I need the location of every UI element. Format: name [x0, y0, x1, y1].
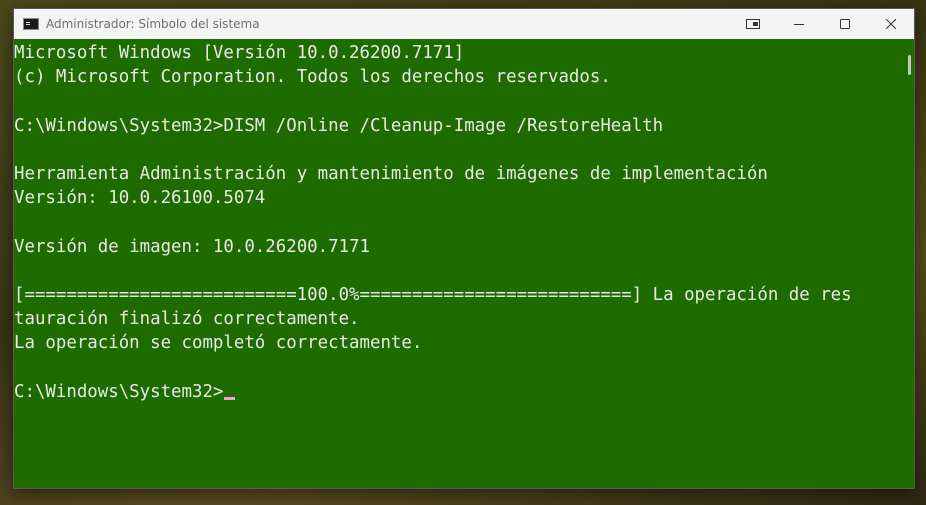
- console-line: C:\Windows\System32>DISM /Online /Cleanu…: [14, 114, 896, 138]
- maximize-button[interactable]: [822, 9, 868, 39]
- console-line: Versión: 10.0.26100.5074: [14, 186, 896, 210]
- console-line-text: Versión: 10.0.26100.5074: [14, 188, 266, 209]
- console-line-text: tauración finalizó correctamente.: [14, 309, 360, 330]
- close-icon: [886, 19, 896, 29]
- console-line: La operación se completó correctamente.: [14, 331, 896, 355]
- console-line: Herramienta Administración y mantenimien…: [14, 162, 896, 186]
- command-prompt-icon: [23, 18, 39, 30]
- console-line: [==========================100.0%=======…: [14, 283, 896, 307]
- compact-view-button[interactable]: [730, 9, 776, 39]
- console-area[interactable]: Microsoft Windows [Versión 10.0.26200.71…: [14, 39, 914, 490]
- console-line-text: La operación se completó correctamente.: [14, 333, 423, 354]
- console-line: Microsoft Windows [Versión 10.0.26200.71…: [14, 41, 896, 65]
- console-line: (c) Microsoft Corporation. Todos los der…: [14, 65, 896, 89]
- close-button[interactable]: [868, 9, 914, 39]
- console-line-text: C:\Windows\System32>: [14, 381, 224, 402]
- text-cursor: [224, 396, 236, 400]
- maximize-icon: [840, 19, 850, 29]
- minimize-button[interactable]: [776, 9, 822, 39]
- title-bar[interactable]: Administrador: Símbolo del sistema: [14, 9, 914, 39]
- compact-view-icon: [746, 19, 760, 29]
- minimize-icon: [794, 24, 804, 25]
- console-line-text: [==========================100.0%=======…: [14, 284, 852, 305]
- caption-buttons: [730, 9, 914, 39]
- console-line-text: (c) Microsoft Corporation. Todos los der…: [14, 67, 611, 88]
- console-output[interactable]: Microsoft Windows [Versión 10.0.26200.71…: [14, 39, 896, 490]
- terminal-window: Administrador: Símbolo del sistema Micro…: [13, 8, 915, 489]
- console-line-text: Versión de imagen: 10.0.26200.7171: [14, 236, 370, 257]
- vertical-scrollbar[interactable]: [908, 55, 911, 75]
- window-title: Administrador: Símbolo del sistema: [46, 17, 260, 31]
- console-line: tauración finalizó correctamente.: [14, 307, 896, 331]
- console-line: Versión de imagen: 10.0.26200.7171: [14, 235, 896, 259]
- console-line-text: C:\Windows\System32>DISM /Online /Cleanu…: [14, 115, 664, 136]
- console-line-text: Herramienta Administración y mantenimien…: [14, 163, 768, 184]
- console-line: C:\Windows\System32>: [14, 380, 896, 404]
- console-line-text: Microsoft Windows [Versión 10.0.26200.71…: [14, 43, 465, 63]
